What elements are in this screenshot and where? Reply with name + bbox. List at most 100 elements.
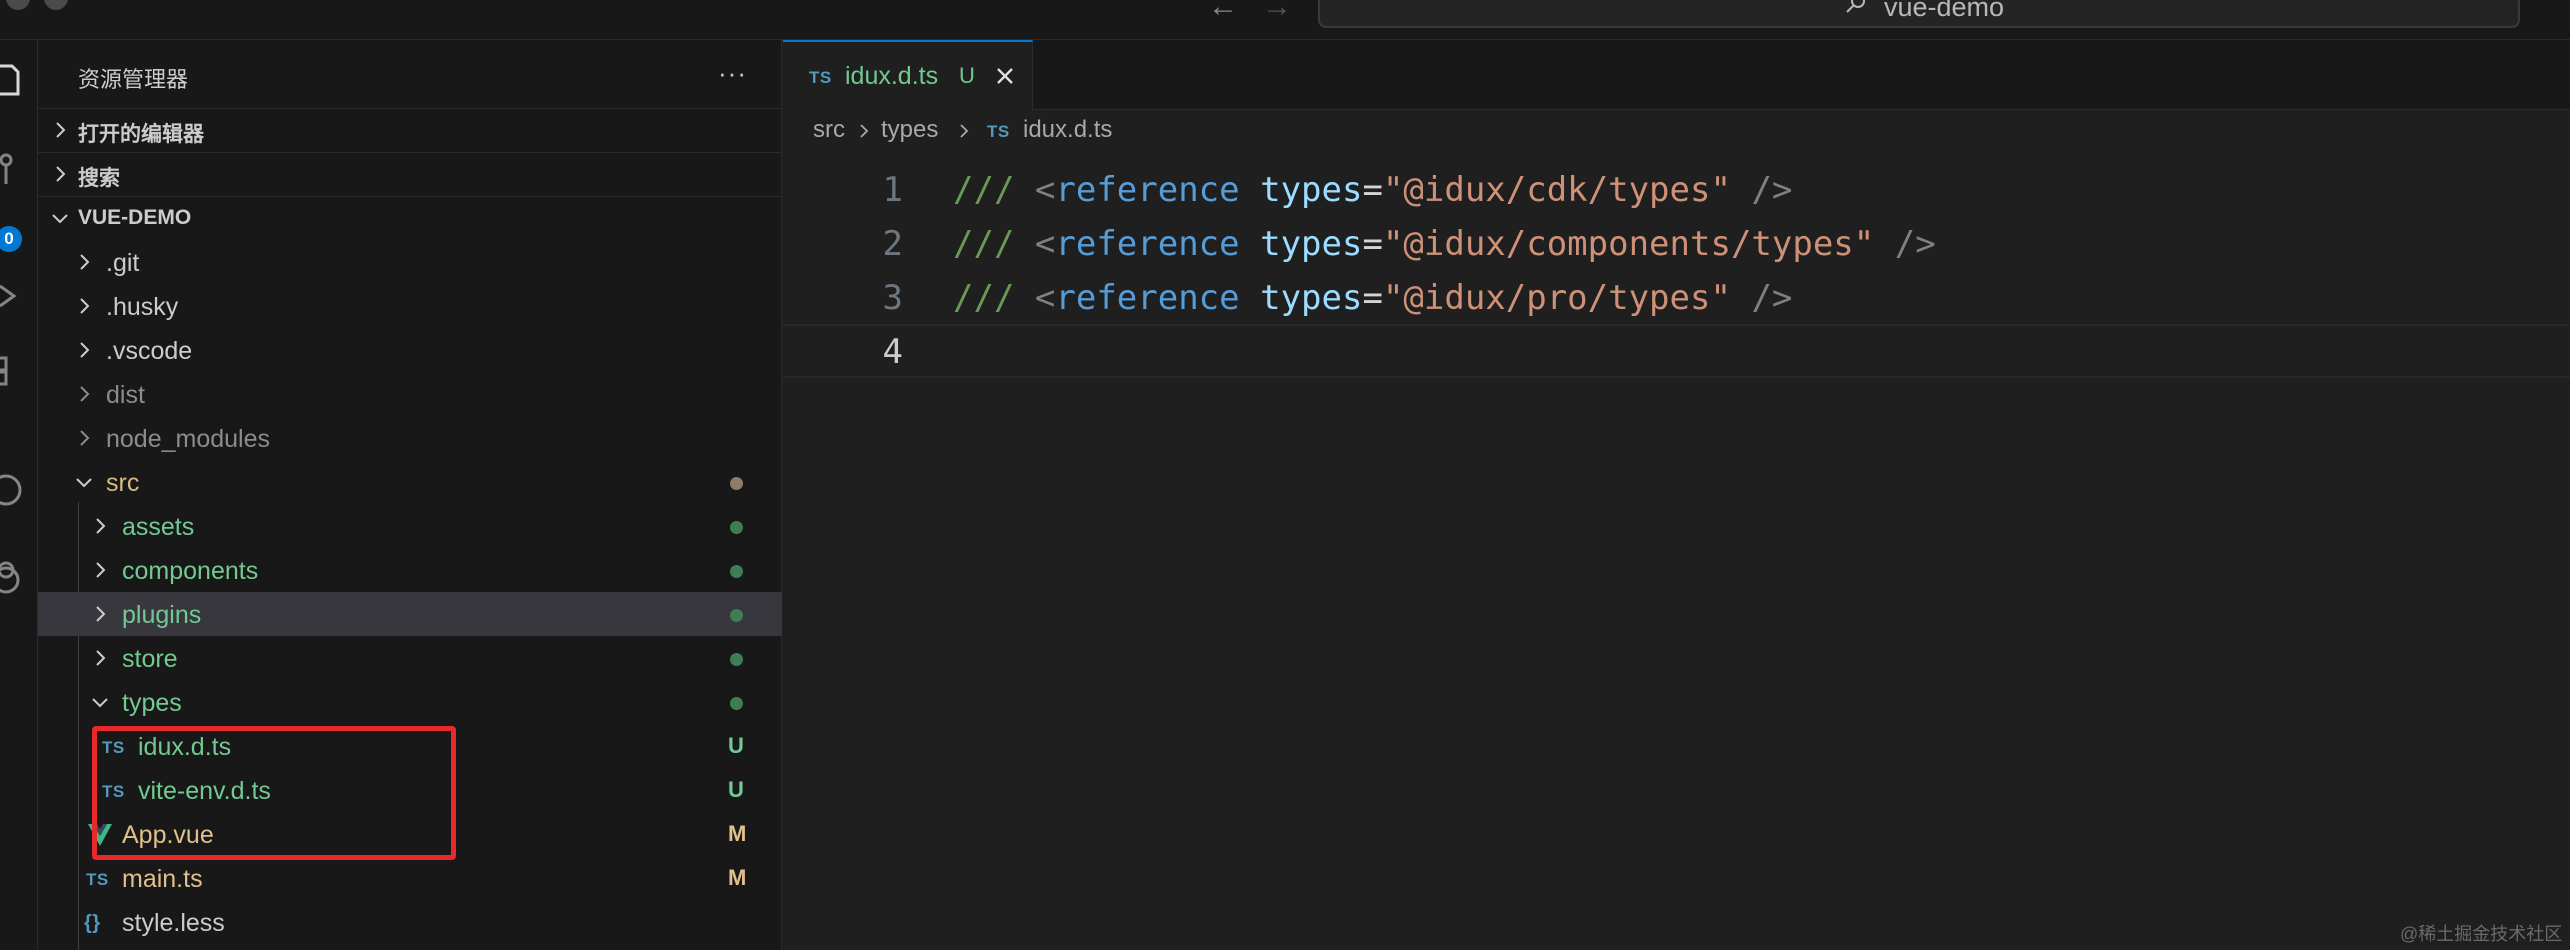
tree-item-label: main.ts (122, 865, 203, 893)
code-line[interactable]: 1 /// <reference types="@idux/cdk/types"… (783, 164, 2570, 218)
window-close-button[interactable] (6, 0, 30, 10)
chevron-right-icon (80, 386, 90, 402)
editor-area: TS idux.d.ts U src types TS idux.d.ts 1 … (783, 40, 2570, 950)
remote-explorer-icon[interactable] (0, 470, 26, 510)
line-number: 1 (882, 170, 903, 210)
tab-label: idux.d.ts (845, 62, 939, 90)
untracked-dot (730, 697, 743, 710)
tree-item-label: .husky (106, 293, 179, 321)
section-project[interactable]: VUE-DEMO (38, 196, 782, 239)
tree-item-label: assets (122, 513, 195, 541)
explorer-sidebar: 资源管理器 ··· 打开的编辑器 搜索 VUE-DEMO .git .husky… (38, 40, 782, 950)
untracked-dot (730, 653, 743, 666)
close-icon[interactable] (993, 64, 1017, 88)
tree-item-label: node_modules (106, 425, 271, 453)
code-line-current[interactable]: 4 (783, 324, 2570, 378)
chevron-right-icon (96, 518, 106, 534)
tree-item-folder[interactable]: .vscode (38, 328, 782, 372)
tree-item-label: src (106, 469, 140, 497)
chevron-right-icon (860, 124, 869, 138)
forward-arrow-icon[interactable]: → (1262, 0, 1292, 22)
section-label: 打开的编辑器 (78, 123, 204, 146)
chevron-right-icon (80, 342, 90, 358)
watermark: @稀土掘金技术社区 (2400, 924, 2563, 944)
breadcrumb-item[interactable]: src (813, 116, 845, 144)
tree-item-folder[interactable]: .husky (38, 284, 782, 328)
section-open-editors[interactable]: 打开的编辑器 (38, 108, 782, 151)
tab-bar: TS idux.d.ts U (783, 40, 2570, 111)
section-label: VUE-DEMO (78, 206, 192, 229)
chevron-down-icon (92, 698, 108, 708)
source-control-badge: 0 (0, 226, 22, 252)
tree-item-file[interactable]: TS main.ts M (38, 856, 782, 900)
activity-bar: 0 (0, 40, 38, 950)
code-text: /// <reference types="@idux/pro/types" /… (953, 278, 1793, 318)
untracked-dot (730, 565, 743, 578)
chevron-right-icon (80, 254, 90, 270)
tree-item-folder[interactable]: .git (38, 240, 782, 284)
tab-idux-d-ts[interactable]: TS idux.d.ts U (783, 40, 1033, 111)
section-label: 搜索 (78, 167, 120, 190)
chevron-down-icon (52, 214, 68, 224)
breadcrumb-item[interactable]: idux.d.ts (1023, 116, 1112, 144)
window-minimize-button[interactable] (44, 0, 68, 10)
search-icon (1846, 0, 1865, 13)
code-line[interactable]: 2 /// <reference types="@idux/components… (783, 218, 2570, 272)
breadcrumb-item[interactable]: types (881, 116, 938, 144)
chevron-right-icon (96, 650, 106, 666)
tree-item-folder[interactable]: node_modules (38, 416, 782, 460)
code-text: /// <reference types="@idux/components/t… (953, 224, 1936, 264)
line-number: 4 (882, 332, 903, 372)
less-file-icon: {} (84, 912, 101, 934)
chevron-right-icon (96, 606, 106, 622)
sidebar-title: 资源管理器 (78, 67, 189, 92)
tree-item-label: plugins (122, 601, 202, 629)
highlight-annotation (92, 726, 456, 860)
chevron-right-icon (80, 430, 90, 446)
tree-item-folder[interactable]: plugins (38, 592, 782, 636)
extensions-icon[interactable] (0, 350, 26, 390)
tree-item-file[interactable]: {} style.less (38, 900, 782, 944)
back-arrow-icon[interactable]: ← (1208, 0, 1238, 22)
run-debug-icon[interactable] (0, 276, 26, 316)
line-number: 2 (882, 224, 903, 264)
tree-item-folder[interactable]: types (38, 680, 782, 724)
tree-item-label: dist (106, 381, 145, 409)
tree-item-folder[interactable]: assets (38, 504, 782, 548)
tree-item-label: store (122, 645, 178, 673)
modified-badge: M (728, 865, 747, 890)
untracked-dot (730, 609, 743, 622)
more-actions-icon[interactable]: ··· (718, 58, 747, 89)
tab-status: U (959, 63, 975, 88)
chevron-right-icon (56, 166, 66, 182)
typescript-file-icon: TS (987, 122, 1010, 141)
tree-item-folder[interactable]: dist (38, 372, 782, 416)
modified-dot (730, 477, 743, 490)
tree-item-label: components (122, 557, 259, 585)
tree-item-label: style.less (122, 909, 225, 937)
tree-item-label: .git (106, 249, 140, 277)
line-number: 3 (882, 278, 903, 318)
code-text: /// <reference types="@idux/cdk/types" /… (953, 170, 1793, 210)
untracked-badge: U (728, 733, 744, 758)
chevron-right-icon (56, 122, 66, 138)
tree-item-label: .vscode (106, 337, 193, 365)
explorer-icon[interactable] (0, 60, 26, 100)
tree-item-folder[interactable]: components (38, 548, 782, 592)
untracked-badge: U (728, 777, 744, 802)
untracked-dot (730, 521, 743, 534)
accounts-icon[interactable] (0, 554, 26, 594)
typescript-file-icon: TS (809, 68, 832, 87)
source-control-icon[interactable] (0, 150, 26, 190)
command-center-label: vue-demo (1884, 0, 2005, 22)
chevron-right-icon (960, 124, 969, 138)
tree-item-label: types (122, 689, 182, 717)
tree-item-folder[interactable]: src (38, 460, 782, 504)
chevron-right-icon (96, 562, 106, 578)
tree-item-folder[interactable]: store (38, 636, 782, 680)
modified-badge: M (728, 821, 747, 846)
code-line[interactable]: 3 /// <reference types="@idux/pro/types"… (783, 272, 2570, 326)
chevron-down-icon (76, 478, 92, 488)
chevron-right-icon (80, 298, 90, 314)
section-search[interactable]: 搜索 (38, 152, 782, 195)
